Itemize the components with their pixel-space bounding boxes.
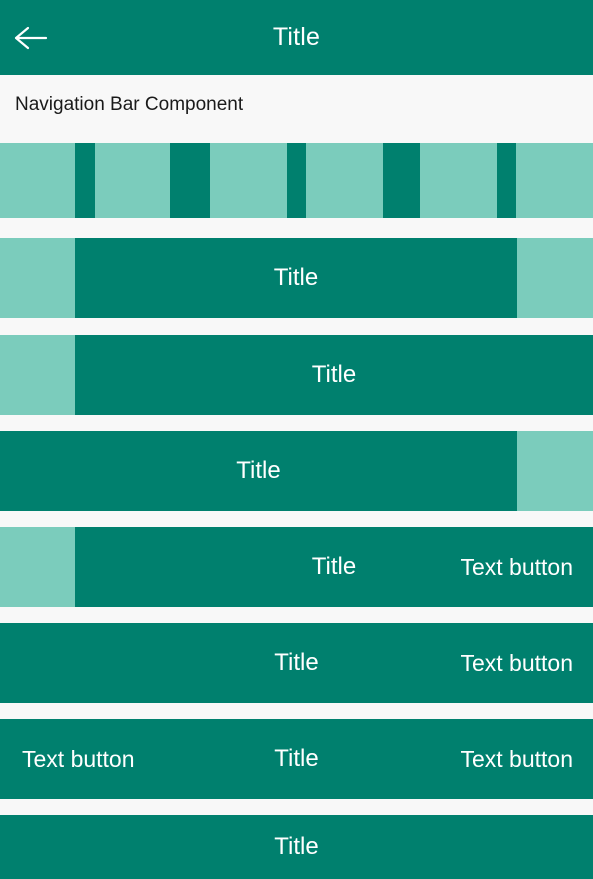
row-title-action-full: Title Text button bbox=[0, 623, 593, 703]
nav-bar: Title bbox=[75, 335, 593, 415]
stripe-group bbox=[0, 143, 593, 218]
row-title-inset-both: Title bbox=[0, 238, 593, 318]
section-caption-row: Navigation Bar Component bbox=[0, 75, 593, 135]
stripe-5 bbox=[497, 143, 516, 218]
nav-bar-title: Title bbox=[273, 264, 319, 291]
nav-bar: Title bbox=[0, 815, 593, 879]
nav-bar-title: Title bbox=[274, 833, 319, 860]
trailing-text-button[interactable]: Text button bbox=[460, 650, 573, 677]
row-title-full-clipped: Title bbox=[0, 815, 593, 879]
section-caption-label: Navigation Bar Component bbox=[15, 94, 244, 115]
back-button[interactable] bbox=[0, 0, 62, 75]
stripe-3 bbox=[287, 143, 306, 218]
striped-placeholder-row bbox=[0, 143, 593, 218]
trailing-text-button[interactable]: Text button bbox=[460, 746, 573, 773]
stripe-1 bbox=[75, 143, 95, 218]
leading-text-button[interactable]: Text button bbox=[22, 746, 135, 773]
arrow-left-icon bbox=[14, 25, 48, 51]
nav-bar: Title Text button bbox=[75, 527, 593, 607]
nav-bar: Title Text button bbox=[0, 623, 593, 703]
app-bar: Title bbox=[0, 0, 593, 75]
stripe-4 bbox=[383, 143, 420, 218]
row-action-title-action: Text button Title Text button bbox=[0, 719, 593, 799]
leading-inset-block bbox=[0, 335, 75, 415]
row-title-inset-start: Title bbox=[0, 335, 593, 415]
trailing-text-button[interactable]: Text button bbox=[460, 554, 573, 581]
nav-bar-title: Title bbox=[311, 361, 357, 388]
leading-inset-block bbox=[0, 527, 75, 607]
nav-bar: Title bbox=[0, 431, 517, 511]
trailing-inset-block bbox=[517, 431, 593, 511]
nav-bar-title: Title bbox=[236, 457, 281, 484]
stripe-2 bbox=[170, 143, 210, 218]
nav-bar: Text button Title Text button bbox=[0, 719, 593, 799]
row-title-inset-end: Title bbox=[0, 431, 593, 511]
leading-inset-block bbox=[0, 238, 75, 318]
trailing-inset-block bbox=[517, 238, 593, 318]
row-title-action-inset-start: Title Text button bbox=[0, 527, 593, 607]
app-bar-title: Title bbox=[272, 23, 321, 51]
nav-bar: Title bbox=[75, 238, 517, 318]
